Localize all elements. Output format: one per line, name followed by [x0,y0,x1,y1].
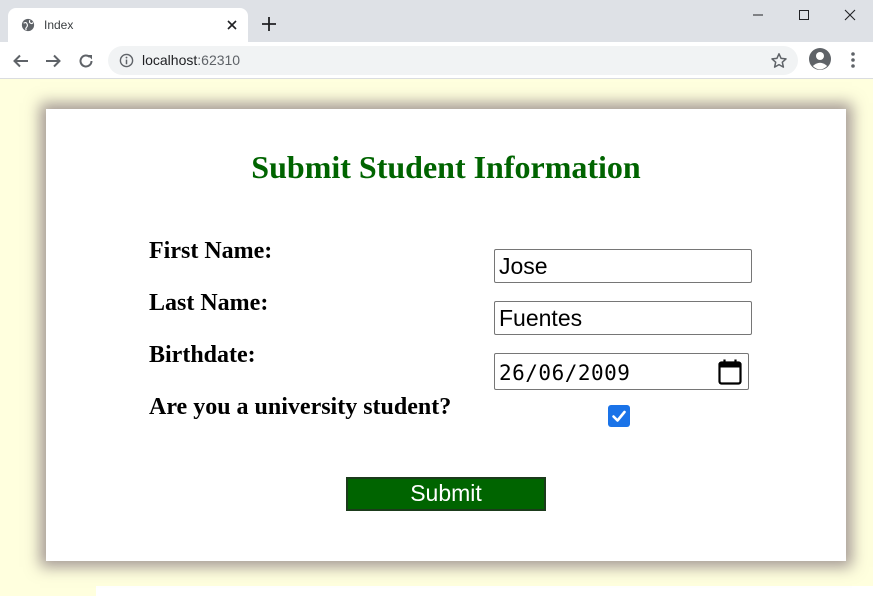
last-name-input[interactable] [494,301,752,335]
close-tab-icon[interactable] [224,17,240,33]
form-title: Submit Student Information [251,149,641,185]
new-tab-icon[interactable] [260,15,278,33]
calendar-icon[interactable] [718,359,742,385]
url-port: :62310 [197,52,241,68]
maximize-icon [799,10,809,20]
forward-button[interactable] [41,49,65,73]
first-name-label: First Name: [149,238,273,264]
birthdate-label: Birthdate: [149,342,256,368]
reload-button[interactable] [74,49,98,73]
birthdate-input[interactable]: 26/06/2009 [494,353,749,390]
university-student-label: Are you a university student? [149,394,452,420]
birthdate-value: 26/06/2009 [499,361,631,385]
tab-title: Index [44,18,74,32]
browser-tab-strip: Index [0,0,873,42]
close-icon [844,9,856,21]
globe-icon [21,18,35,32]
browser-tab[interactable]: Index [8,8,248,42]
student-form-card: Submit Student Information First Name: L… [46,109,846,561]
arrow-right-icon [46,54,61,68]
submit-button[interactable]: Submit [346,477,546,511]
close-window-button[interactable] [827,0,873,30]
url-text: localhost:62310 [142,52,240,69]
menu-icon[interactable] [843,49,863,71]
university-student-checkbox[interactable] [608,405,630,427]
last-name-label: Last Name: [149,290,269,316]
star-icon[interactable] [770,52,788,70]
maximize-button[interactable] [781,0,827,30]
minimize-icon [753,14,763,16]
back-button[interactable] [9,49,33,73]
browser-toolbar: localhost:62310 [0,42,873,79]
page-background-edge [0,586,96,596]
checkmark-icon [612,410,626,422]
reload-icon [79,54,93,68]
profile-icon[interactable] [808,47,832,71]
page-viewport: Submit Student Information First Name: L… [0,79,873,596]
first-name-input[interactable] [494,249,752,283]
minimize-button[interactable] [735,0,781,30]
info-icon[interactable] [119,53,134,68]
arrow-left-icon [13,54,28,68]
address-bar[interactable]: localhost:62310 [108,46,798,75]
url-host: localhost [142,52,198,68]
